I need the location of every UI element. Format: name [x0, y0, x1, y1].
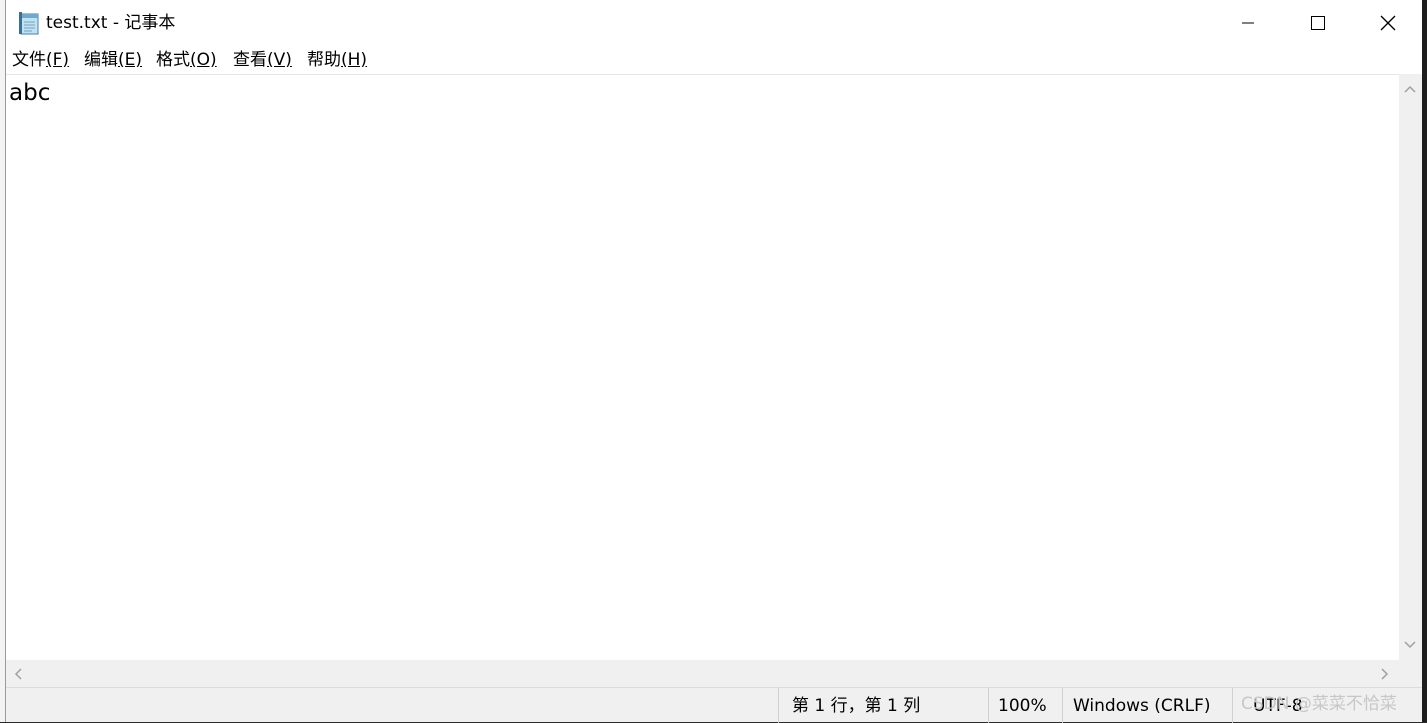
menu-format-label: 格式: [156, 50, 190, 70]
text-editor[interactable]: abc: [6, 74, 1399, 660]
menu-format-accel: (O): [190, 50, 217, 70]
menu-file[interactable]: 文件(F): [12, 49, 69, 71]
maximize-button[interactable]: [1283, 0, 1353, 46]
scrollbar-corner: [1399, 660, 1422, 687]
scroll-right-arrow-icon[interactable]: [1380, 668, 1390, 680]
menu-edit-label: 编辑: [84, 50, 118, 70]
scroll-left-arrow-icon[interactable]: [13, 668, 23, 680]
scroll-up-arrow-icon[interactable]: [1404, 84, 1416, 94]
menu-view-label: 查看: [233, 50, 267, 70]
close-icon: [1380, 15, 1396, 31]
scroll-down-arrow-icon[interactable]: [1404, 640, 1416, 650]
menu-format[interactable]: 格式(O): [156, 49, 217, 71]
menu-view[interactable]: 查看(V): [233, 49, 292, 71]
status-divider: [988, 688, 989, 723]
minimize-button[interactable]: [1213, 0, 1283, 46]
menu-file-accel: (F): [46, 50, 70, 70]
minimize-icon: [1242, 22, 1254, 24]
maximize-icon: [1311, 16, 1325, 30]
status-bar: 第 1 行，第 1 列 100% Windows (CRLF) UTF-8 CS…: [6, 687, 1422, 723]
zoom-level: 100%: [998, 696, 1047, 716]
menu-view-accel: (V): [267, 50, 292, 70]
vertical-scrollbar[interactable]: [1399, 74, 1422, 660]
status-divider: [778, 688, 779, 723]
menu-help-accel: (H): [341, 50, 368, 70]
close-button[interactable]: [1353, 0, 1423, 46]
menu-help-label: 帮助: [307, 50, 341, 70]
notepad-icon[interactable]: [18, 11, 40, 35]
menu-edit[interactable]: 编辑(E): [84, 49, 142, 71]
title-bar[interactable]: test.txt - 记事本: [6, 0, 1422, 46]
menu-edit-accel: (E): [118, 50, 143, 70]
menu-help[interactable]: 帮助(H): [307, 49, 367, 71]
status-divider: [1232, 688, 1233, 723]
watermark: CSDN @菜菜不恰菜: [1241, 694, 1397, 714]
notepad-window: test.txt - 记事本 文件(F) 编辑(E) 格式(O) 查看(V) 帮…: [5, 0, 1422, 723]
editor-content[interactable]: abc: [9, 79, 50, 107]
menu-file-label: 文件: [12, 50, 46, 70]
cursor-position: 第 1 行，第 1 列: [792, 696, 921, 716]
menu-bar: 文件(F) 编辑(E) 格式(O) 查看(V) 帮助(H): [6, 46, 1422, 74]
status-divider: [1062, 688, 1063, 723]
horizontal-scrollbar[interactable]: [6, 660, 1399, 687]
line-endings: Windows (CRLF): [1073, 696, 1211, 716]
window-title: test.txt - 记事本: [46, 13, 176, 33]
